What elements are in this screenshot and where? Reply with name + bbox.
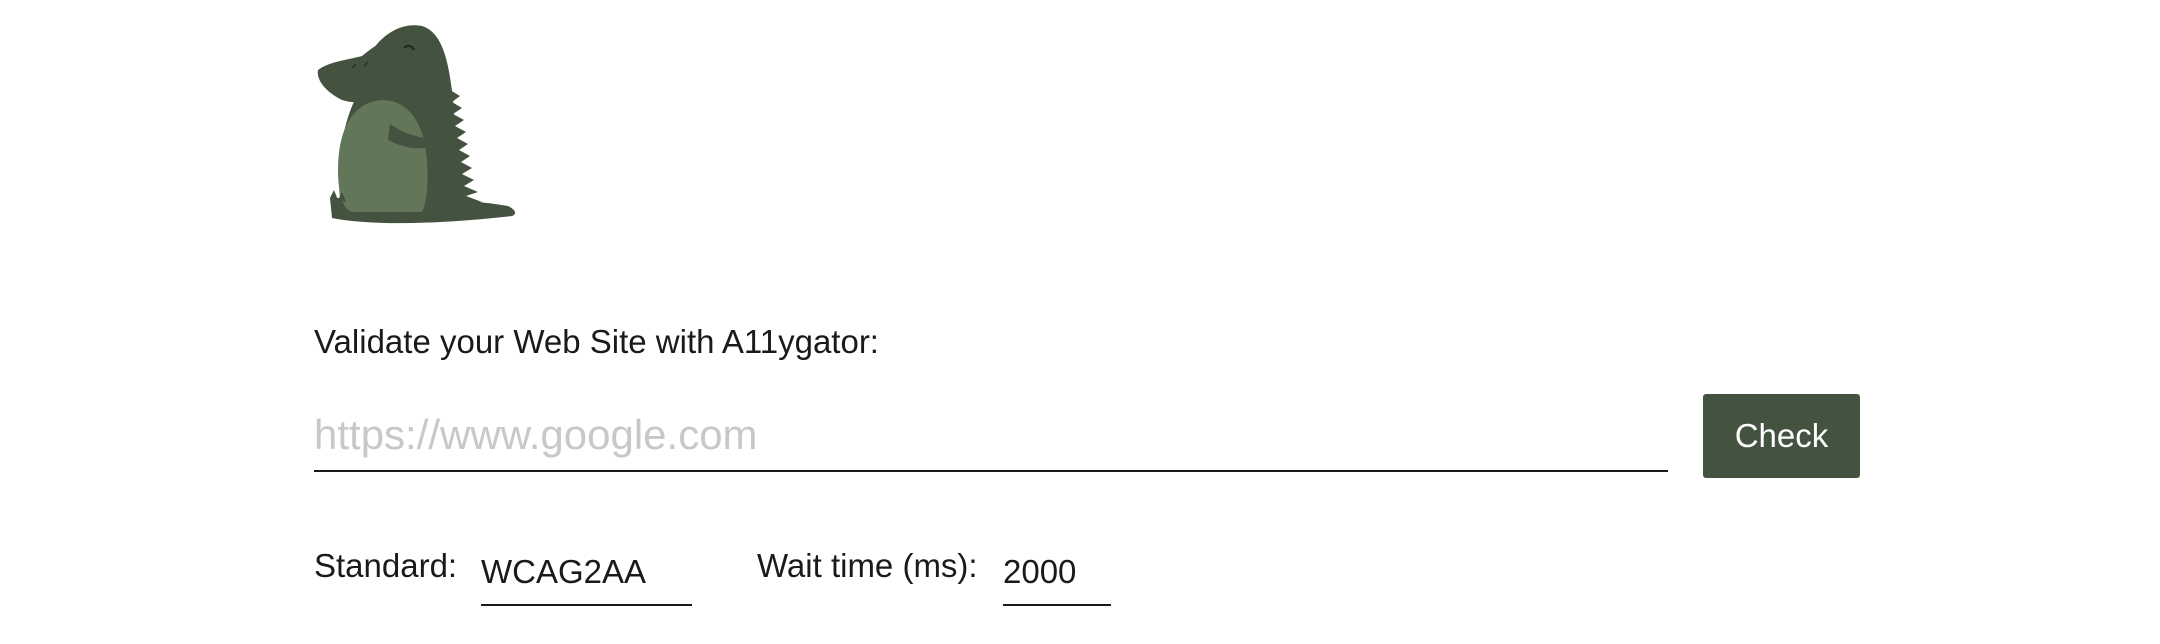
url-input[interactable] — [314, 400, 1668, 472]
page-prompt: Validate your Web Site with A11ygator: — [314, 323, 879, 360]
alligator-icon — [317, 25, 516, 224]
wait-time-input[interactable] — [1003, 540, 1111, 606]
standard-label: Standard: — [314, 547, 458, 584]
standard-input[interactable] — [481, 540, 692, 606]
check-button[interactable]: Check — [1703, 394, 1860, 478]
page: Validate your Web Site with A11ygator: C… — [0, 0, 2160, 644]
wait-time-label: Wait time (ms): — [757, 547, 978, 584]
